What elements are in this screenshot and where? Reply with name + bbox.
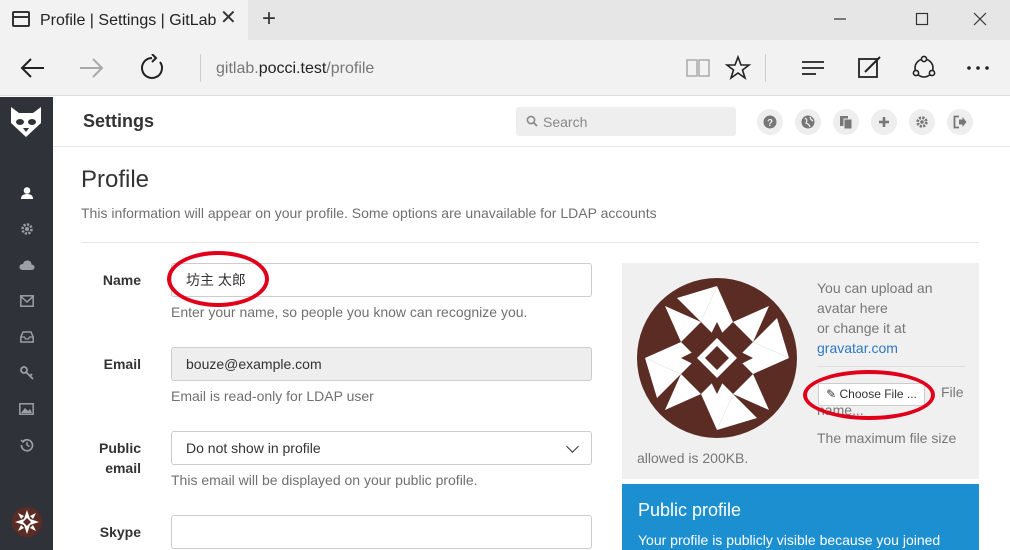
max-size-text: The maximum file size [817, 430, 957, 446]
page-section-title: Settings [83, 111, 155, 131]
chevron-down-icon [566, 440, 579, 453]
url-host: pocci.test [258, 60, 327, 77]
public-profile-panel: Public profile Your profile is publicly … [622, 484, 979, 550]
toolbar-separator [765, 54, 766, 82]
sidebar-item-applications[interactable] [0, 250, 53, 280]
name-label: Name [102, 272, 141, 288]
sidebar-item-emails[interactable] [0, 286, 53, 316]
browser-titlebar: Profile | Settings | GitLab ✕ + [0, 0, 1010, 40]
divider [81, 242, 979, 243]
avatar-note-line1: You can upload an [817, 280, 933, 296]
address-bar[interactable]: gitlab.pocci.test/profile [216, 60, 374, 78]
public-email-label-line1: Public [98, 440, 141, 456]
file-name-text: name... [817, 402, 864, 418]
image-icon [19, 403, 34, 415]
search-placeholder: Search [543, 114, 588, 130]
gear-icon [20, 223, 33, 235]
address-separator [200, 54, 201, 82]
choose-file-label: Choose File ... [839, 387, 917, 401]
key-icon [19, 366, 34, 380]
refresh-icon[interactable] [134, 50, 170, 86]
profile-avatar-image [637, 278, 797, 438]
help-icon[interactable]: ? [757, 109, 783, 135]
public-profile-title: Public profile [638, 500, 742, 520]
explore-globe-icon[interactable] [795, 109, 821, 135]
sidebar-item-profile[interactable] [0, 178, 53, 208]
maximize-icon[interactable] [894, 0, 950, 40]
allowed-size-text: allowed is 200KB. [637, 450, 749, 466]
more-icon[interactable] [960, 50, 996, 86]
skype-label: Skype [99, 524, 141, 540]
sidebar-item-ssh-keys[interactable] [0, 358, 53, 388]
sidebar-item-design[interactable] [0, 394, 53, 424]
page-description: This information will appear on your pro… [81, 205, 657, 221]
forward-icon[interactable] [74, 50, 110, 86]
favorite-star-icon[interactable] [720, 50, 756, 86]
new-project-plus-icon[interactable] [871, 109, 897, 135]
history-icon [19, 438, 33, 452]
gravatar-link[interactable]: gravatar.com [817, 338, 972, 358]
tab-close-icon[interactable]: ✕ [220, 8, 237, 28]
close-window-icon[interactable] [952, 0, 1008, 40]
avatar-divider [817, 366, 965, 367]
browser-navbar: gitlab.pocci.test/profile [0, 40, 1010, 96]
web-note-icon[interactable] [851, 50, 887, 86]
public-email-label-line2: email [105, 460, 141, 476]
sidebar-item-account[interactable] [0, 214, 53, 244]
share-icon[interactable] [906, 50, 942, 86]
skype-field[interactable] [171, 515, 592, 549]
name-help-text: Enter your name, so people you know can … [171, 304, 528, 320]
tab-page-icon [12, 11, 30, 27]
sidebar-item-notifications[interactable] [0, 322, 53, 352]
browser-tab[interactable]: Profile | Settings | GitLab ✕ [0, 0, 248, 40]
avatar-panel: You can upload an avatar here or change … [622, 263, 979, 479]
public-email-select[interactable]: Do not show in profile [171, 431, 592, 465]
reading-view-icon[interactable] [680, 50, 716, 86]
avatar-upload-note: You can upload an avatar here or change … [817, 278, 972, 358]
admin-gear-icon[interactable] [909, 109, 935, 135]
gitlab-logo-icon[interactable] [8, 103, 44, 139]
email-field[interactable]: bouze@example.com [171, 347, 592, 381]
svg-text:?: ? [767, 118, 773, 129]
search-icon [526, 115, 538, 127]
name-field[interactable]: 坊主 太郎 [171, 263, 592, 297]
snippets-icon[interactable] [833, 109, 859, 135]
new-tab-icon[interactable]: + [262, 6, 276, 32]
hub-icon[interactable] [795, 50, 831, 86]
inbox-icon [19, 331, 34, 343]
back-icon[interactable] [14, 50, 50, 86]
avatar-note-line2: avatar here [817, 300, 888, 316]
url-prefix: gitlab. [216, 60, 259, 77]
profile-icon [20, 187, 33, 199]
avatar-note-line3: or change it at [817, 320, 906, 336]
gitlab-sidebar [0, 97, 53, 550]
page-title: Profile [81, 166, 150, 193]
url-path: /profile [326, 60, 375, 77]
public-email-selected: Do not show in profile [186, 440, 321, 456]
public-email-help-text: This email will be displayed on your pub… [171, 472, 478, 488]
search-input[interactable]: Search [516, 107, 736, 136]
email-label: Email [103, 356, 141, 372]
user-avatar[interactable] [12, 507, 42, 537]
cloud-icon [18, 260, 35, 270]
email-help-text: Email is read-only for LDAP user [171, 388, 374, 404]
profile-content: Profile This information will appear on … [53, 148, 1010, 550]
tab-title: Profile | Settings | GitLab [40, 12, 217, 29]
gitlab-header: Settings Search ? [53, 97, 1010, 147]
sidebar-item-audit-log[interactable] [0, 430, 53, 460]
sign-out-icon[interactable] [947, 109, 973, 135]
minimize-icon[interactable] [812, 0, 868, 40]
mail-icon [19, 295, 34, 307]
paperclip-icon: ✎ [826, 387, 840, 401]
public-profile-text: Your profile is publicly visible because… [638, 532, 941, 548]
